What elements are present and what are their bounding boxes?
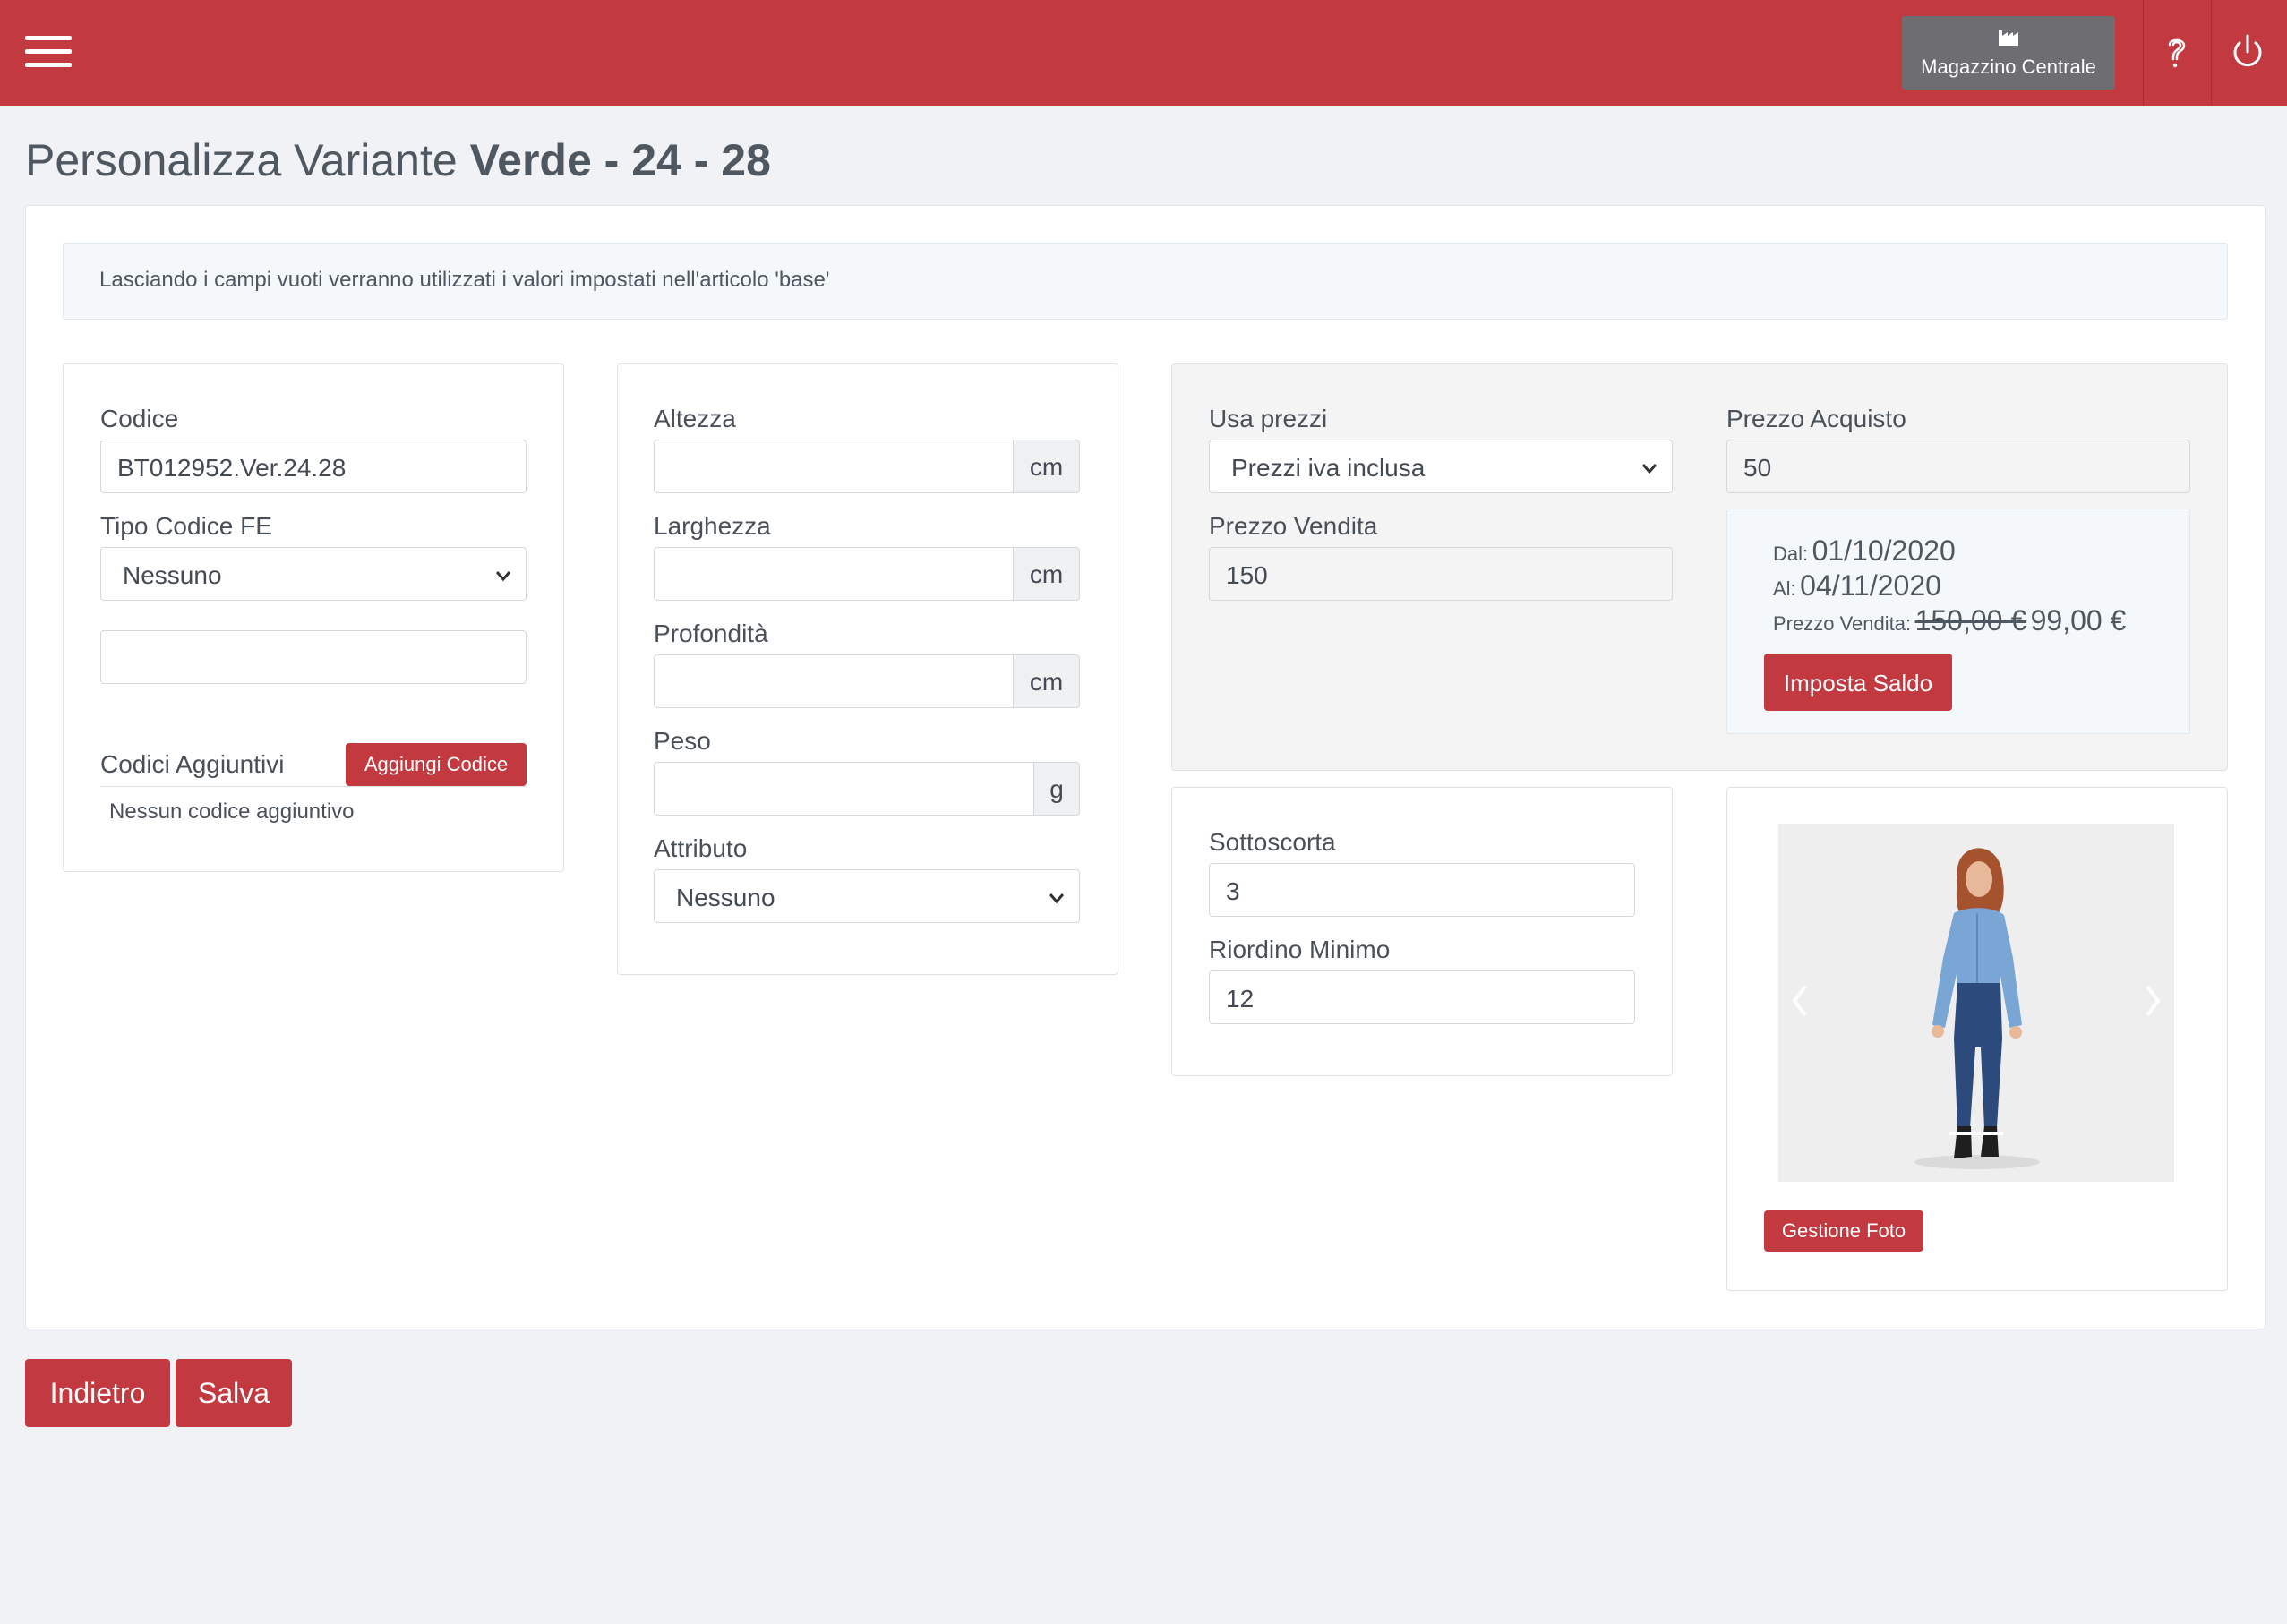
usa-prezzi-label: Usa prezzi [1209, 405, 1328, 432]
sale-new-price: 99,00 € [2030, 604, 2127, 637]
back-button[interactable]: Indietro [25, 1359, 170, 1427]
chevron-right-icon[interactable] [2142, 983, 2163, 1019]
page-title-variant: Verde - 24 - 28 [469, 135, 771, 185]
factory-icon [1999, 30, 2018, 46]
warehouse-label: Magazzino Centrale [1921, 56, 2096, 78]
topbar-divider [2143, 0, 2144, 106]
product-photo [1778, 824, 2174, 1182]
sale-to-value: 04/11/2020 [1800, 569, 1941, 602]
profondita-label: Profondità [654, 620, 768, 647]
chevron-down-icon [1641, 464, 1657, 474]
add-code-button[interactable]: Aggiungi Codice [346, 743, 527, 786]
attributo-value: Nessuno [676, 884, 775, 911]
sottoscorta-label: Sottoscorta [1209, 828, 1336, 856]
chevron-down-icon [495, 571, 511, 582]
larghezza-input[interactable] [654, 547, 1014, 601]
sottoscorta-input[interactable]: 3 [1209, 863, 1635, 917]
product-photo-carousel[interactable] [1778, 824, 2174, 1182]
sale-to: Al: 04/11/2020 [1773, 569, 1941, 603]
peso-input[interactable] [654, 762, 1034, 816]
codice-input[interactable]: BT012952.Ver.24.28 [100, 440, 527, 493]
sale-price-label: Prezzo Vendita: [1773, 612, 1912, 635]
tipo-codice-value: Nessuno [123, 561, 222, 589]
altezza-label: Altezza [654, 405, 736, 432]
larghezza-unit: cm [1013, 547, 1080, 601]
chevron-left-icon[interactable] [1789, 983, 1811, 1019]
peso-unit: g [1033, 762, 1080, 816]
riordino-label: Riordino Minimo [1209, 936, 1391, 963]
set-sale-button[interactable]: Imposta Saldo [1764, 654, 1952, 711]
prezzo-vendita-label: Prezzo Vendita [1209, 512, 1378, 540]
topbar-divider [2211, 0, 2212, 106]
help-icon[interactable] [2157, 32, 2197, 72]
peso-label: Peso [654, 727, 711, 755]
tipo-codice-select[interactable]: Nessuno [100, 547, 527, 601]
usa-prezzi-value: Prezzi iva inclusa [1231, 454, 1426, 482]
warehouse-selector-button[interactable]: Magazzino Centrale [1902, 16, 2115, 90]
profondita-unit: cm [1013, 654, 1080, 708]
tipo-codice-label: Tipo Codice FE [100, 512, 272, 540]
attributo-select[interactable]: Nessuno [654, 869, 1080, 923]
codici-aggiuntivi-label: Codici Aggiuntivi [100, 750, 285, 778]
power-icon[interactable] [2228, 32, 2267, 72]
larghezza-label: Larghezza [654, 512, 771, 540]
page-title: Personalizza Variante Verde - 24 - 28 [25, 134, 771, 186]
sale-from: Dal: 01/10/2020 [1773, 534, 1956, 568]
altezza-input[interactable] [654, 440, 1014, 493]
attributo-label: Attributo [654, 834, 748, 862]
prezzo-vendita-input[interactable]: 150 [1209, 547, 1673, 601]
save-button[interactable]: Salva [176, 1359, 292, 1427]
sale-to-label: Al: [1773, 577, 1796, 600]
prezzo-acquisto-label: Prezzo Acquisto [1726, 405, 1906, 432]
chevron-down-icon [1049, 893, 1065, 904]
hamburger-menu-icon[interactable] [25, 36, 72, 68]
profondita-input[interactable] [654, 654, 1014, 708]
codice-label: Codice [100, 405, 179, 432]
sale-old-price: 150,00 € [1914, 604, 2027, 637]
top-bar: Magazzino Centrale [0, 0, 2287, 106]
page-title-prefix: Personalizza Variante [25, 135, 458, 185]
usa-prezzi-select[interactable]: Prezzi iva inclusa [1209, 440, 1673, 493]
tipo-codice-value-input[interactable] [100, 630, 527, 684]
sale-price: Prezzo Vendita: 150,00 € 99,00 € [1773, 604, 2126, 637]
codes-divider [100, 786, 527, 787]
sale-from-value: 01/10/2020 [1812, 534, 1956, 567]
prezzo-acquisto-input[interactable]: 50 [1726, 440, 2190, 493]
no-codes-text: Nessun codice aggiuntivo [109, 799, 355, 824]
sale-from-label: Dal: [1773, 543, 1809, 565]
info-alert: Lasciando i campi vuoti verranno utilizz… [63, 243, 2228, 320]
manage-photos-button[interactable]: Gestione Foto [1764, 1210, 1923, 1252]
altezza-unit: cm [1013, 440, 1080, 493]
riordino-input[interactable]: 12 [1209, 970, 1635, 1024]
